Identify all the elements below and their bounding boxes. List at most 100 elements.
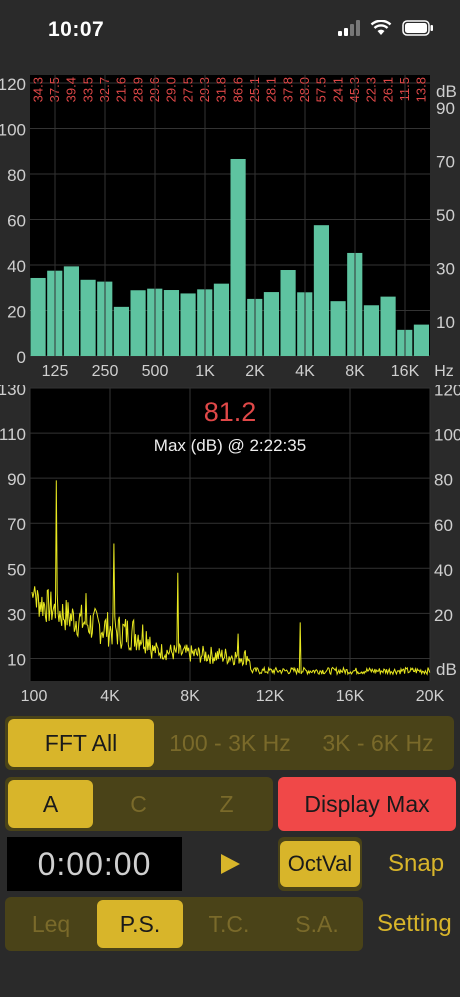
x-tick-label: 125 (42, 363, 69, 380)
bar (130, 290, 146, 356)
bar-value-label: 37.8 (280, 77, 295, 102)
x-tick-label: 20K (416, 688, 445, 705)
bar (230, 158, 246, 356)
bar (413, 324, 429, 356)
left-tick-label: 120 (0, 75, 26, 94)
right-unit-label: dB (436, 82, 457, 101)
right-tick-label: 40 (434, 561, 453, 580)
left-tick-label: 100 (0, 121, 26, 140)
tab-leq-label: Leq (31, 910, 71, 937)
tab-ps-label: P.S. (119, 910, 161, 937)
mode-tab-bar: FFT All 100 - 3K Hz 3K - 6K Hz (5, 716, 454, 770)
left-tick-label: 20 (7, 303, 26, 322)
tab-tc-label: T.C. (208, 910, 250, 937)
bar-value-label: 22.3 (364, 77, 379, 102)
battery-icon (402, 20, 433, 36)
bar (30, 277, 46, 356)
bar (63, 266, 79, 356)
bar (113, 306, 129, 356)
tab-leq[interactable]: Leq (8, 900, 94, 948)
bar (280, 270, 296, 356)
octval-button[interactable]: OctVal (278, 837, 362, 891)
x-tick-label: 500 (142, 363, 169, 380)
play-icon[interactable] (216, 850, 244, 878)
x-tick-label: 16K (391, 363, 420, 380)
signal-icon (338, 20, 360, 36)
bar-value-label: 57.5 (314, 77, 329, 102)
left-tick-label: 10 (7, 650, 26, 669)
tab-ps[interactable]: P.S. (97, 900, 183, 948)
bar-value-label: 31.8 (214, 77, 229, 102)
tab-sa[interactable]: S.A. (274, 900, 360, 948)
snap-button[interactable]: Snap (388, 850, 444, 878)
x-tick-label: 8K (345, 363, 365, 380)
x-tick-label: 8K (180, 688, 200, 705)
tab-100-3k-label: 100 - 3K Hz (169, 729, 291, 756)
left-tick-label: 0 (17, 348, 26, 367)
tab-weight-a-label: A (42, 790, 59, 817)
bar-value-label: 86.6 (230, 77, 245, 102)
left-tick-label: 90 (7, 470, 26, 489)
max-value: 81.2 (204, 397, 257, 427)
bar (380, 296, 396, 356)
tab-100-3k[interactable]: 100 - 3K Hz (157, 719, 303, 767)
octave-band-chart: 0204060801001201030507090dB34.337.539.43… (0, 75, 457, 380)
tab-fft-all-label: FFT All (44, 729, 118, 756)
right-tick-label: 120 (434, 385, 460, 400)
right-unit-label: dB (436, 660, 457, 679)
right-tick-label: 20 (434, 606, 453, 625)
bar-value-label: 24.1 (330, 77, 345, 102)
bar (263, 292, 279, 356)
tab-weight-z[interactable]: Z (184, 780, 269, 828)
bar (180, 293, 196, 356)
bar-value-label: 27.5 (180, 77, 195, 102)
bar (80, 279, 96, 356)
tab-3k-6k-label: 3K - 6K Hz (322, 729, 434, 756)
max-subtitle: Max (dB) @ 2:22:35 (154, 436, 306, 455)
bottom-tab-bar: Leq P.S. T.C. S.A. (5, 897, 363, 951)
plot-area (30, 388, 430, 681)
x-tick-label: 4K (295, 363, 315, 380)
right-tick-label: 30 (436, 260, 455, 279)
x-unit-label: Hz (434, 363, 454, 380)
x-tick-label: 1K (195, 363, 215, 380)
tab-tc[interactable]: T.C. (186, 900, 272, 948)
x-tick-label: 4K (100, 688, 120, 705)
status-bar: 10:07 (0, 0, 460, 62)
tab-weight-c-label: C (130, 790, 147, 817)
right-tick-label: 90 (436, 99, 455, 118)
bar-value-label: 28.1 (264, 77, 279, 102)
x-tick-label: 250 (92, 363, 119, 380)
right-tick-label: 50 (436, 206, 455, 225)
wifi-icon (370, 20, 392, 35)
left-tick-label: 80 (7, 166, 26, 185)
tab-sa-label: S.A. (295, 910, 339, 937)
tab-fft-all[interactable]: FFT All (8, 719, 154, 767)
snap-label: Snap (388, 850, 445, 877)
tab-weight-a[interactable]: A (8, 780, 93, 828)
left-tick-label: 30 (7, 605, 26, 624)
display-max-button[interactable]: Display Max (278, 777, 456, 831)
tab-3k-6k[interactable]: 3K - 6K Hz (305, 719, 451, 767)
left-tick-label: 60 (7, 212, 26, 231)
bar (163, 290, 179, 356)
tab-weight-c[interactable]: C (96, 780, 181, 828)
bar-value-label: 13.8 (414, 77, 429, 102)
status-time: 10:07 (48, 18, 105, 41)
right-tick-label: 100 (434, 426, 460, 445)
left-tick-label: 40 (7, 257, 26, 276)
bar-value-label: 26.1 (380, 77, 395, 102)
bar-value-label: 34.3 (30, 77, 45, 102)
status-icons (338, 20, 434, 36)
right-tick-label: 70 (436, 153, 455, 172)
right-tick-label: 60 (434, 516, 453, 535)
left-tick-label: 70 (7, 515, 26, 534)
bar-value-label: 29.0 (164, 77, 179, 102)
bar-value-label: 33.5 (80, 77, 95, 102)
setting-button[interactable]: Setting (377, 910, 452, 938)
left-tick-label: 130 (0, 385, 26, 399)
octval-label: OctVal (279, 841, 361, 887)
setting-label: Setting (377, 910, 452, 937)
tab-weight-z-label: Z (219, 790, 234, 817)
timer-display: 0:00:00 (7, 837, 182, 891)
